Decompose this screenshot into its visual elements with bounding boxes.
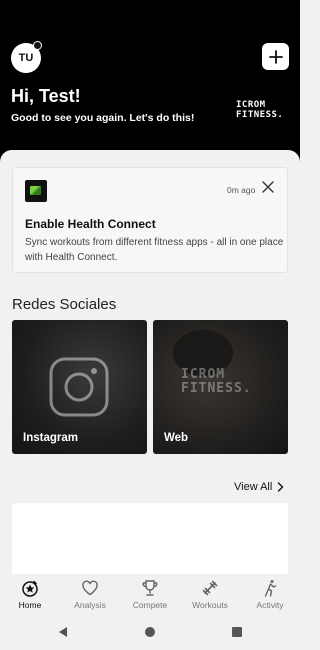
nav-item-analysis[interactable]: Analysis (60, 574, 120, 614)
card-title: Enable Health Connect (25, 217, 156, 231)
view-all-label: View All (234, 481, 273, 493)
health-connect-card[interactable]: 0m ago Enable Health Connect Sync workou… (12, 167, 288, 273)
web-brand-logo: ICROM FITNESS. (181, 368, 252, 396)
avatar-badge-dot (33, 41, 42, 50)
chevron-right-icon (278, 482, 284, 492)
close-icon[interactable] (261, 180, 275, 194)
nav-item-workouts[interactable]: Workouts (180, 574, 240, 614)
nav-label-analysis: Analysis (74, 600, 106, 610)
main-content: 0m ago Enable Health Connect Sync workou… (0, 150, 300, 583)
activity-icon (264, 580, 277, 597)
trophy-icon (142, 580, 158, 596)
view-all-link[interactable]: View All (234, 481, 284, 493)
home-icon (22, 580, 38, 597)
health-connect-logo-icon (25, 180, 47, 202)
nav-label-workouts: Workouts (192, 600, 228, 610)
recents-icon[interactable] (231, 626, 243, 638)
brand-logo-line2: FITNESS. (236, 110, 284, 120)
greeting-subtitle: Good to see you again. Let's do this! (11, 112, 195, 124)
bottom-nav: Home Analysis Compete Workouts Activity (0, 574, 300, 614)
nav-label-compete: Compete (132, 600, 168, 610)
instagram-card[interactable]: Instagram (12, 320, 147, 454)
nav-label-home: Home (18, 600, 42, 610)
brand-logo-line1: ICROM (236, 100, 266, 110)
nav-item-compete[interactable]: Compete (120, 574, 180, 614)
home-button-icon[interactable] (144, 626, 156, 638)
content-card (12, 503, 288, 583)
add-button[interactable] (262, 43, 289, 70)
web-logo-line1: ICROM (181, 367, 226, 382)
plus-icon (268, 49, 283, 64)
greeting-title: Hi, Test! (11, 86, 81, 106)
instagram-label: Instagram (23, 432, 78, 444)
dumbbell-icon (202, 580, 218, 596)
back-icon[interactable] (57, 626, 69, 638)
heart-icon (82, 580, 98, 596)
section-title-social: Redes Sociales (12, 296, 117, 313)
instagram-icon (49, 357, 109, 417)
card-description: Sync workouts from different fitness app… (25, 237, 284, 263)
web-logo-line2: FITNESS. (181, 381, 252, 396)
web-card[interactable]: ICROM FITNESS. Web (153, 320, 288, 454)
nav-item-home[interactable]: Home (0, 574, 60, 614)
web-label: Web (164, 432, 189, 444)
nav-label-activity: Activity (256, 600, 284, 610)
brand-logo: ICROM FITNESS. (236, 100, 286, 120)
nav-item-activity[interactable]: Activity (240, 574, 300, 614)
card-timestamp: 0m ago (227, 185, 256, 195)
header: TU Hi, Test! Good to see you again. Let'… (0, 0, 300, 162)
system-nav-bar (0, 614, 300, 650)
